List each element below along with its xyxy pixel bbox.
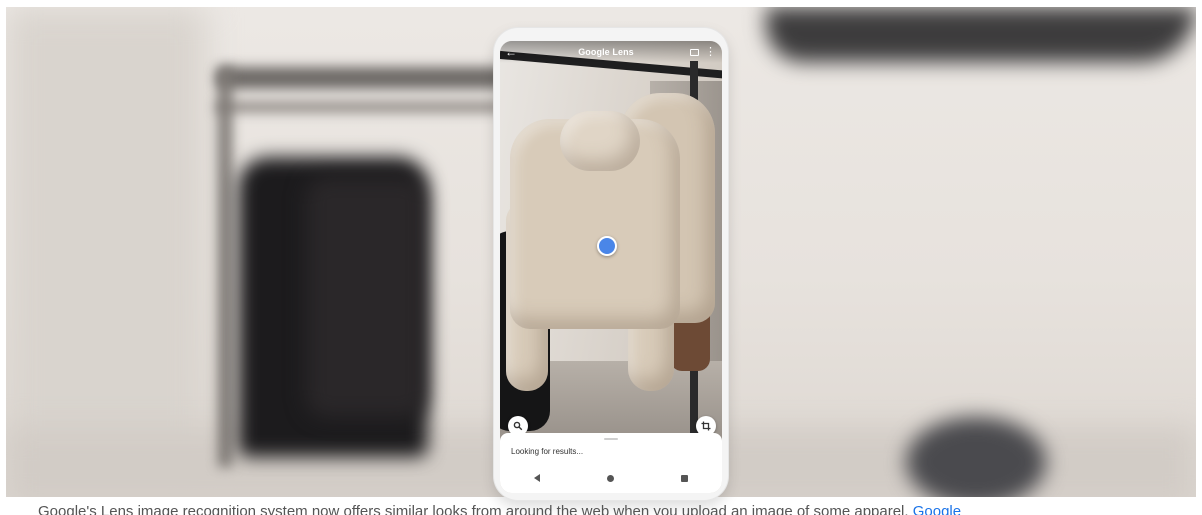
square-recent-icon[interactable]	[681, 474, 689, 482]
crop-icon	[701, 421, 711, 431]
results-sheet[interactable]: Looking for results...	[500, 433, 722, 493]
focus-point-dot[interactable]	[597, 236, 617, 256]
android-nav-bar	[500, 467, 722, 489]
status-text: Looking for results...	[511, 447, 584, 456]
gallery-icon[interactable]	[689, 48, 699, 56]
phone-frame: ← Google Lens ⋮ Looking for results...	[494, 28, 728, 500]
sheet-drag-handle[interactable]	[604, 438, 618, 440]
app-title: Google Lens	[578, 47, 634, 57]
image-caption: Google's Lens image recognition system n…	[38, 503, 1158, 515]
lens-top-bar: ← Google Lens ⋮	[500, 41, 722, 63]
circle-home-icon[interactable]	[606, 474, 614, 482]
triangle-back-icon[interactable]	[533, 474, 540, 482]
caption-link[interactable]: Google	[913, 503, 961, 515]
phone-screen: ← Google Lens ⋮ Looking for results...	[500, 41, 722, 493]
camera-viewfinder[interactable]	[500, 41, 722, 443]
arrow-left-icon[interactable]: ←	[500, 45, 522, 59]
caption-text: Google's Lens image recognition system n…	[38, 503, 909, 515]
more-vert-icon[interactable]: ⋮	[705, 46, 716, 58]
search-icon	[513, 421, 523, 431]
